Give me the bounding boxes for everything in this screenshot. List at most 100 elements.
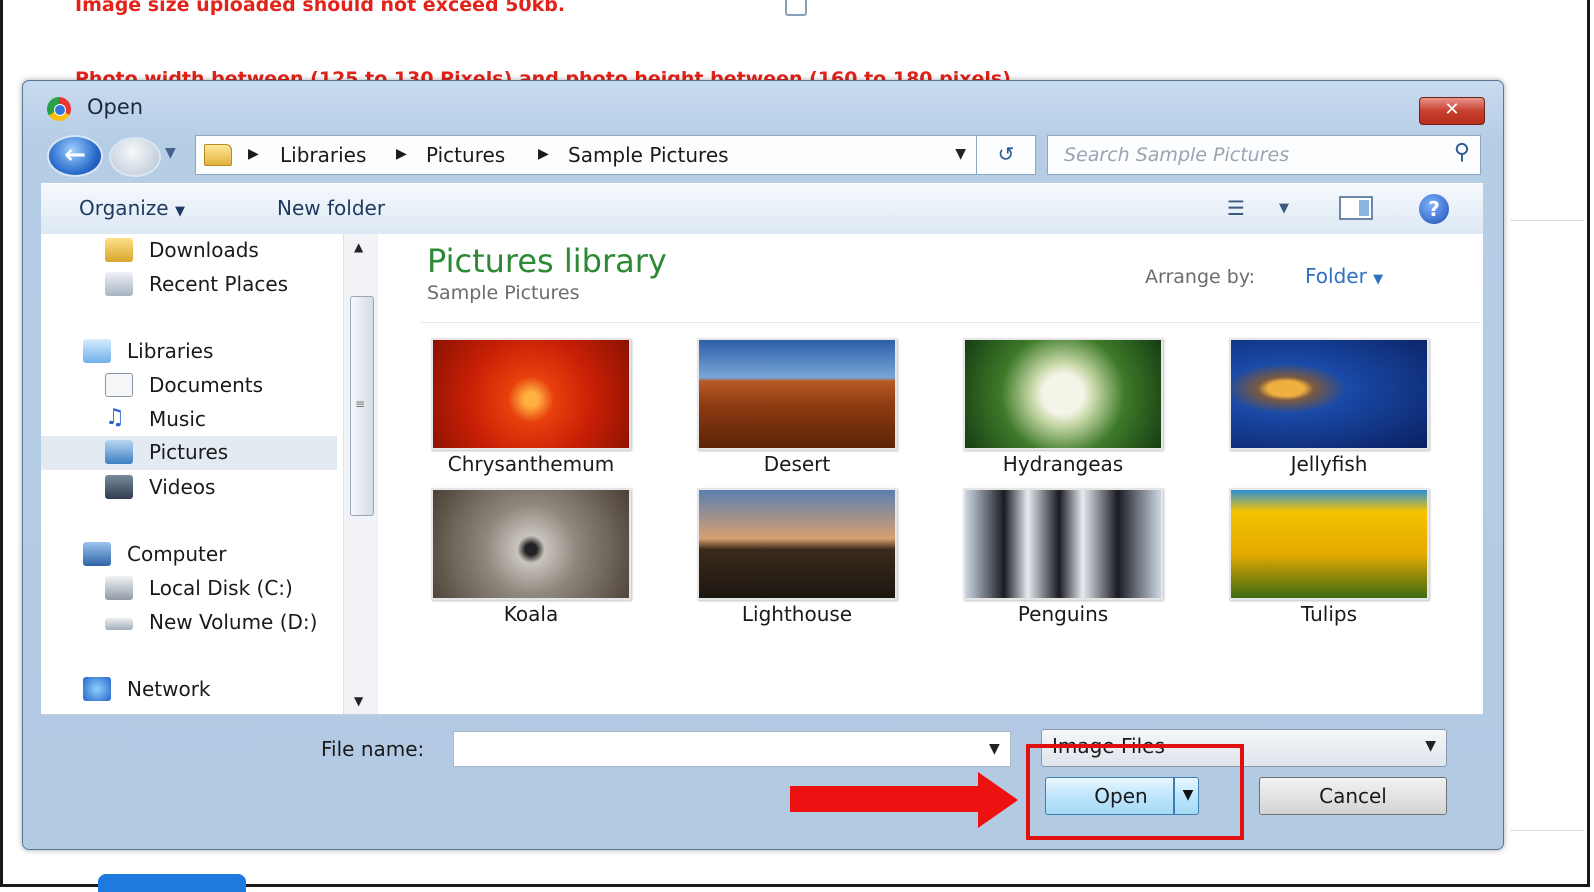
nav-label: Documents xyxy=(149,373,264,397)
music-icon: ♫ xyxy=(105,405,125,430)
cancel-button[interactable]: Cancel xyxy=(1259,777,1447,815)
file-tile-jellyfish[interactable]: Jellyfish xyxy=(1229,338,1429,478)
command-toolbar: Organize ▼ New folder ☰ ▼ ? xyxy=(41,183,1483,235)
videos-icon xyxy=(105,475,133,499)
forward-button[interactable] xyxy=(109,137,161,177)
cancel-label: Cancel xyxy=(1319,784,1387,808)
local-disk-icon xyxy=(105,576,133,600)
file-name: Tulips xyxy=(1300,602,1358,626)
breadcrumb-separator-icon[interactable]: ▶ xyxy=(538,146,549,162)
library-subtitle: Sample Pictures xyxy=(427,282,580,304)
background-upload-button[interactable] xyxy=(98,874,246,892)
drive-icon xyxy=(105,618,133,630)
help-icon[interactable]: ? xyxy=(1419,194,1449,224)
nav-item-recent-places[interactable]: Recent Places xyxy=(105,270,335,302)
network-icon xyxy=(83,677,111,701)
background-checkbox[interactable] xyxy=(785,0,807,16)
nav-item-computer[interactable]: Computer xyxy=(83,540,335,572)
recent-places-icon xyxy=(105,272,133,296)
nav-label: Downloads xyxy=(149,238,259,262)
nav-item-pictures[interactable]: Pictures xyxy=(41,436,337,470)
breadcrumb-sample-pictures[interactable]: Sample Pictures xyxy=(568,143,729,167)
file-name: Desert xyxy=(763,452,831,476)
nav-label: New Volume (D:) xyxy=(149,610,318,634)
nav-item-downloads[interactable]: Downloads xyxy=(105,236,335,268)
nav-scrollbar[interactable]: ▲ ≡ ▼ xyxy=(343,234,378,714)
content-area: Downloads Recent Places Libraries Docume… xyxy=(41,234,1483,715)
downloads-folder-icon xyxy=(105,238,133,262)
file-tile-hydrangeas[interactable]: Hydrangeas xyxy=(963,338,1163,478)
search-icon[interactable]: ⚲ xyxy=(1454,140,1470,165)
scroll-up-icon[interactable]: ▲ xyxy=(354,240,363,254)
view-options-icon[interactable]: ☰ xyxy=(1227,196,1245,220)
nav-label: Music xyxy=(149,407,206,431)
grip-icon: ≡ xyxy=(355,397,366,411)
address-dropdown-icon[interactable]: ▼ xyxy=(955,146,966,162)
nav-item-music[interactable]: ♫ Music xyxy=(105,405,335,437)
search-input[interactable]: Search Sample Pictures ⚲ xyxy=(1047,135,1481,175)
nav-item-videos[interactable]: Videos xyxy=(105,473,335,505)
file-tile-lighthouse[interactable]: Lighthouse xyxy=(697,488,897,628)
nav-item-documents[interactable]: Documents xyxy=(105,371,335,403)
file-name: Penguins xyxy=(1017,602,1109,626)
nav-label: Network xyxy=(127,677,211,701)
file-tile-desert[interactable]: Desert xyxy=(697,338,897,478)
scrollbar-thumb[interactable]: ≡ xyxy=(350,296,374,516)
nav-item-libraries[interactable]: Libraries xyxy=(83,337,335,369)
chevron-down-icon: ▼ xyxy=(174,204,185,219)
organize-button[interactable]: Organize ▼ xyxy=(79,196,185,220)
nav-item-network[interactable]: Network xyxy=(83,675,335,707)
navigation-pane: Downloads Recent Places Libraries Docume… xyxy=(41,234,341,714)
dialog-titlebar: Open ✕ xyxy=(23,81,1503,133)
file-name: Lighthouse xyxy=(741,602,853,626)
image-size-warning: Image size uploaded should not exceed 50… xyxy=(75,0,566,16)
arrange-by-dropdown[interactable]: Folder ▼ xyxy=(1305,264,1383,288)
recent-locations-dropdown-icon[interactable]: ▼ xyxy=(165,145,176,161)
file-name-input[interactable] xyxy=(453,731,1011,767)
breadcrumb-separator-icon[interactable]: ▶ xyxy=(248,146,259,162)
computer-icon xyxy=(83,542,111,566)
libraries-icon xyxy=(83,339,111,363)
refresh-button[interactable]: ↺ xyxy=(976,135,1036,175)
arrange-value: Folder xyxy=(1305,264,1367,288)
documents-icon xyxy=(105,373,133,397)
red-arrow-head xyxy=(978,772,1018,828)
nav-item-local-disk-c[interactable]: Local Disk (C:) xyxy=(105,574,335,606)
preview-pane-icon[interactable] xyxy=(1339,196,1373,220)
breadcrumb-libraries[interactable]: Libraries xyxy=(280,143,366,167)
background-divider xyxy=(1510,830,1584,831)
file-tile-penguins[interactable]: Penguins xyxy=(963,488,1163,628)
open-button-highlight xyxy=(1026,744,1244,840)
address-bar[interactable]: ▶ Libraries ▶ Pictures ▶ Sample Pictures… xyxy=(195,135,977,175)
file-tile-tulips[interactable]: Tulips xyxy=(1229,488,1429,628)
nav-label: Libraries xyxy=(127,339,214,363)
search-placeholder: Search Sample Pictures xyxy=(1064,144,1290,166)
library-title: Pictures library xyxy=(427,242,667,280)
dialog-title: Open xyxy=(87,95,144,119)
file-name-dropdown-icon[interactable]: ▼ xyxy=(989,741,1000,757)
tulips-thumbnail xyxy=(1229,488,1429,600)
nav-label: Computer xyxy=(127,542,227,566)
breadcrumb-pictures[interactable]: Pictures xyxy=(426,143,505,167)
open-dialog: Open ✕ ← ▼ ▶ Libraries ▶ Pictures ▶ Samp… xyxy=(22,80,1504,850)
lighthouse-thumbnail xyxy=(697,488,897,600)
file-tile-chrysanthemum[interactable]: Chrysanthemum xyxy=(431,338,631,478)
library-divider xyxy=(421,322,1481,323)
nav-label: Recent Places xyxy=(149,272,289,296)
nav-item-new-volume-d[interactable]: New Volume (D:) xyxy=(105,608,341,640)
scroll-down-icon[interactable]: ▼ xyxy=(354,694,363,708)
breadcrumb-separator-icon[interactable]: ▶ xyxy=(396,146,407,162)
new-folder-button[interactable]: New folder xyxy=(277,196,385,220)
koala-thumbnail xyxy=(431,488,631,600)
close-button[interactable]: ✕ xyxy=(1419,97,1485,125)
file-name: Jellyfish xyxy=(1290,452,1368,476)
nav-label: Local Disk (C:) xyxy=(149,576,293,600)
file-name: Hydrangeas xyxy=(1002,452,1124,476)
file-tile-koala[interactable]: Koala xyxy=(431,488,631,628)
arrange-by-label: Arrange by: xyxy=(1145,266,1256,288)
view-dropdown-icon[interactable]: ▼ xyxy=(1279,201,1289,216)
file-name-label: File name: xyxy=(321,737,425,761)
refresh-icon: ↺ xyxy=(997,142,1015,166)
back-button[interactable]: ← xyxy=(47,135,103,177)
chrysanthemum-thumbnail xyxy=(431,338,631,450)
